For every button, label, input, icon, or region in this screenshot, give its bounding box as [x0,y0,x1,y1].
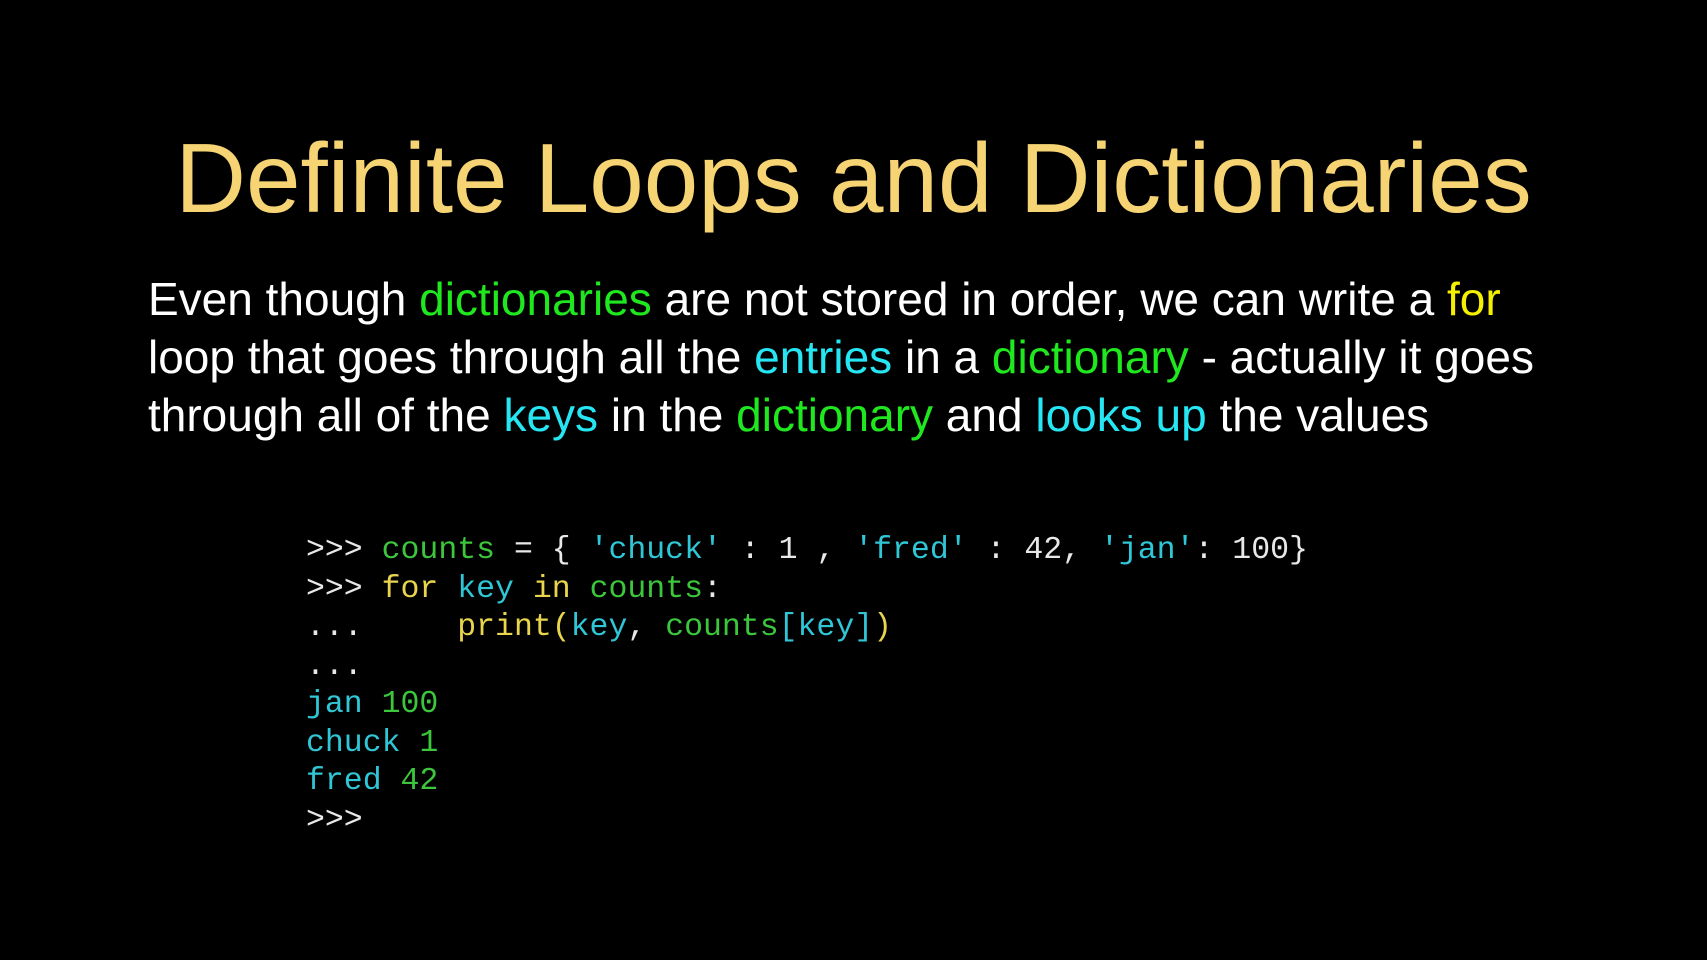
paragraph-segment: the values [1206,389,1430,441]
paragraph-segment: Even though [148,273,420,325]
paragraph-segment: for [1446,273,1501,325]
code-token: , [627,610,666,645]
code-token: fred [306,764,382,799]
code-token: counts [381,533,496,568]
code-line: chuck 1 [306,725,1308,764]
code-token: ... [306,610,458,645]
code-token: >>> [306,802,363,838]
paragraph-segment: are not stored in order, we can write a [651,273,1447,325]
code-block: >>> counts = { 'chuck' : 1 , 'fred' : 42… [306,532,1308,840]
code-token: chuck [306,725,401,761]
paragraph-segment: keys [503,389,599,441]
code-line: jan 100 [306,686,1308,725]
code-token: : 42, [967,533,1100,568]
code-token: >>> [306,533,382,568]
paragraph-segment: dictionaries [419,273,652,325]
code-token: counts [589,571,704,607]
paragraph-segment: and [933,389,1036,441]
code-token: for [381,571,439,607]
code-token: : 100} [1194,533,1308,568]
paragraph-segment: in a [892,331,992,383]
code-line: >>> for key in counts: [306,571,1308,610]
paragraph-segment: loop that goes through all the [148,331,755,383]
code-token: key [570,610,628,645]
code-token: 'jan' [1099,533,1195,568]
code-line: ... print(key, counts[key]) [306,609,1308,648]
code-token: : 1 , [721,533,855,568]
paragraph-segment: dictionary [736,389,934,441]
code-line: fred 42 [306,763,1308,802]
code-token: >>> [306,571,382,607]
slide: Definite Loops and Dictionaries Even tho… [0,0,1707,960]
code-line: >>> [306,802,1308,841]
paragraph-segment: in the [598,389,737,441]
code-token: ... [306,648,363,684]
code-token: = { [495,533,590,568]
code-token: 'fred' [854,533,968,568]
code-token: key [457,571,514,607]
code-token: print( [457,610,571,645]
paragraph-segment: dictionary [991,331,1189,383]
code-token: in [532,571,571,607]
code-token: 1 [400,725,439,761]
paragraph-segment: entries [754,331,893,383]
code-line: ... [306,648,1308,687]
code-token: : [703,571,722,607]
slide-title: Definite Loops and Dictionaries [175,123,1532,233]
code-token: 'chuck' [589,533,722,568]
code-token: 42 [381,764,439,799]
code-token: jan [306,687,363,722]
code-line: >>> counts = { 'chuck' : 1 , 'fred' : 42… [306,532,1308,571]
code-token: [key] [778,610,874,645]
code-token: ) [873,610,893,645]
paragraph-segment: looks up [1035,389,1207,441]
code-token: 100 [362,687,439,722]
slide-paragraph: Even though dictionaries are not stored … [148,270,1588,444]
code-token: counts [665,610,779,645]
